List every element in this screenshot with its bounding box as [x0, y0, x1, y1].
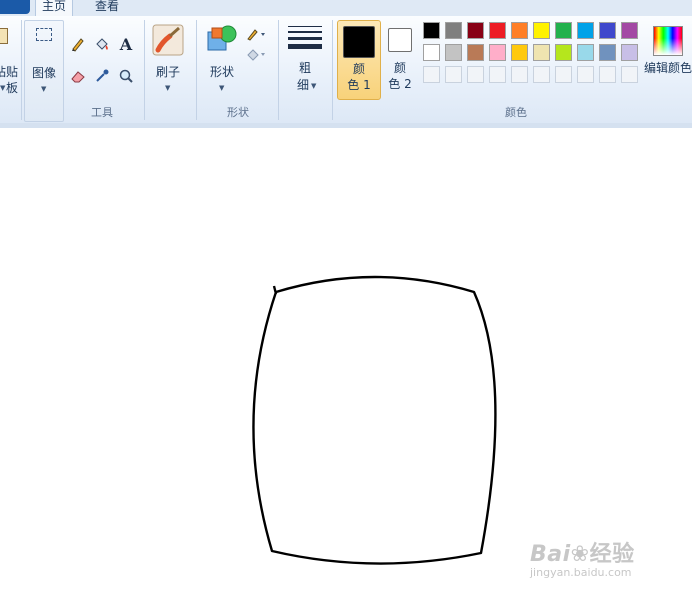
palette-swatch[interactable] — [511, 22, 528, 39]
eraser-tool-button[interactable] — [68, 66, 88, 86]
size-button[interactable]: 粗 细 ▼ — [284, 20, 326, 100]
color2-button[interactable]: 颜 色 2 — [381, 20, 419, 98]
clipboard-icon — [0, 28, 8, 44]
paint-menu-button[interactable] — [0, 0, 30, 14]
palette-swatch[interactable] — [423, 22, 440, 39]
group-divider — [21, 20, 22, 120]
palette-swatch[interactable] — [489, 22, 506, 39]
brushes-label: 刷子 — [155, 65, 180, 79]
paw-icon: ❀ — [570, 542, 590, 567]
palette-swatch[interactable] — [445, 44, 462, 61]
palette-swatch[interactable] — [577, 44, 594, 61]
fill-button[interactable] — [244, 44, 270, 64]
group-divider — [332, 20, 333, 120]
group-divider — [196, 20, 197, 120]
color2-swatch — [388, 28, 412, 52]
magnifier-tool-button[interactable] — [116, 66, 136, 86]
brush-icon — [152, 24, 184, 56]
group-divider — [144, 20, 145, 120]
line-thickness-icon — [288, 26, 322, 49]
brushes-button[interactable]: 刷子 ▼ — [150, 20, 186, 100]
shapes-label: 形状 — [209, 65, 234, 79]
palette-swatch[interactable] — [599, 22, 616, 39]
rainbow-palette-icon — [653, 26, 683, 56]
tab-home[interactable]: 主页 — [35, 0, 74, 16]
custom-color-slot[interactable] — [511, 66, 528, 83]
custom-color-slot[interactable] — [467, 66, 484, 83]
custom-color-slot[interactable] — [599, 66, 616, 83]
color-picker-tool-button[interactable] — [92, 66, 112, 86]
outline-button[interactable] — [244, 24, 270, 44]
chevron-down-icon: ▼ — [311, 82, 317, 90]
fill-icon — [247, 49, 265, 61]
palette-swatch[interactable] — [621, 44, 638, 61]
color1-label-line1: 颜 — [352, 62, 365, 76]
drawn-shape — [252, 275, 497, 565]
select-icon — [36, 28, 52, 41]
palette-swatch[interactable] — [555, 44, 572, 61]
color1-label-line2: 色 1 — [347, 78, 371, 92]
color2-label-line2: 色 2 — [388, 77, 412, 91]
tools-group-label: 工具 — [91, 106, 113, 119]
custom-color-slot[interactable] — [533, 66, 550, 83]
eyedropper-icon — [96, 69, 109, 82]
edit-colors-label: 编辑颜色 — [643, 61, 692, 75]
palette-swatch[interactable] — [533, 44, 550, 61]
custom-color-slot[interactable] — [577, 66, 594, 83]
palette-swatch[interactable] — [621, 22, 638, 39]
palette-swatch[interactable] — [599, 44, 616, 61]
watermark: Bai❀经验 jingyan.baidu.com — [530, 536, 635, 579]
color1-swatch — [343, 26, 375, 58]
eraser-icon — [71, 71, 85, 83]
shapes-button[interactable]: 形状 ▼ — [202, 20, 242, 100]
custom-color-slot[interactable] — [555, 66, 572, 83]
color1-button[interactable]: 颜 色 1 — [337, 20, 381, 100]
palette-swatch[interactable] — [467, 44, 484, 61]
paste-button[interactable]: 粘贴板 ▼ — [0, 20, 20, 100]
palette-swatch[interactable] — [489, 44, 506, 61]
palette-swatch[interactable] — [555, 22, 572, 39]
magnifier-icon — [119, 69, 133, 83]
paint-bucket-icon — [96, 38, 108, 50]
pencil-icon — [72, 38, 84, 52]
custom-color-slot[interactable] — [489, 66, 506, 83]
ribbon-tab-bar: 主页 查看 — [0, 0, 692, 16]
chevron-down-icon: ▼ — [0, 84, 6, 92]
ribbon: 粘贴板 ▼ 图像 ▼ A 工具 刷子 ▼ — [0, 16, 692, 124]
custom-color-slot[interactable] — [445, 66, 462, 83]
tab-view[interactable]: 查看 — [89, 0, 125, 16]
outline-pencil-icon — [247, 29, 265, 41]
palette-swatch[interactable] — [467, 22, 484, 39]
palette-swatch[interactable] — [445, 22, 462, 39]
group-divider — [278, 20, 279, 120]
color-palette — [423, 22, 643, 92]
chevron-down-icon: ▼ — [219, 84, 225, 92]
pencil-tool-button[interactable] — [68, 34, 88, 54]
shapes-group-label: 形状 — [227, 106, 249, 119]
color2-label-line1: 颜 — [393, 61, 406, 75]
text-tool-button[interactable]: A — [116, 34, 136, 54]
image-label: 图像 — [31, 66, 56, 80]
drawing-canvas[interactable]: Bai❀经验 jingyan.baidu.com — [0, 128, 692, 603]
colors-group-label: 颜色 — [505, 106, 527, 119]
watermark-brand-prefix: Bai — [530, 542, 571, 567]
shapes-icon — [207, 25, 237, 51]
size-label-line1: 粗 — [298, 61, 311, 75]
watermark-url: jingyan.baidu.com — [530, 566, 632, 579]
chevron-down-icon: ▼ — [41, 85, 47, 93]
palette-swatch[interactable] — [533, 22, 550, 39]
fill-tool-button[interactable] — [92, 34, 112, 54]
watermark-brand-suffix: 经验 — [589, 542, 635, 567]
custom-color-slot[interactable] — [423, 66, 440, 83]
palette-swatch[interactable] — [577, 22, 594, 39]
image-button[interactable]: 图像 ▼ — [24, 20, 64, 122]
chevron-down-icon: ▼ — [165, 84, 171, 92]
edit-colors-button[interactable]: 编辑颜色 — [644, 20, 692, 100]
palette-swatch[interactable] — [511, 44, 528, 61]
custom-color-slot[interactable] — [621, 66, 638, 83]
palette-swatch[interactable] — [423, 44, 440, 61]
